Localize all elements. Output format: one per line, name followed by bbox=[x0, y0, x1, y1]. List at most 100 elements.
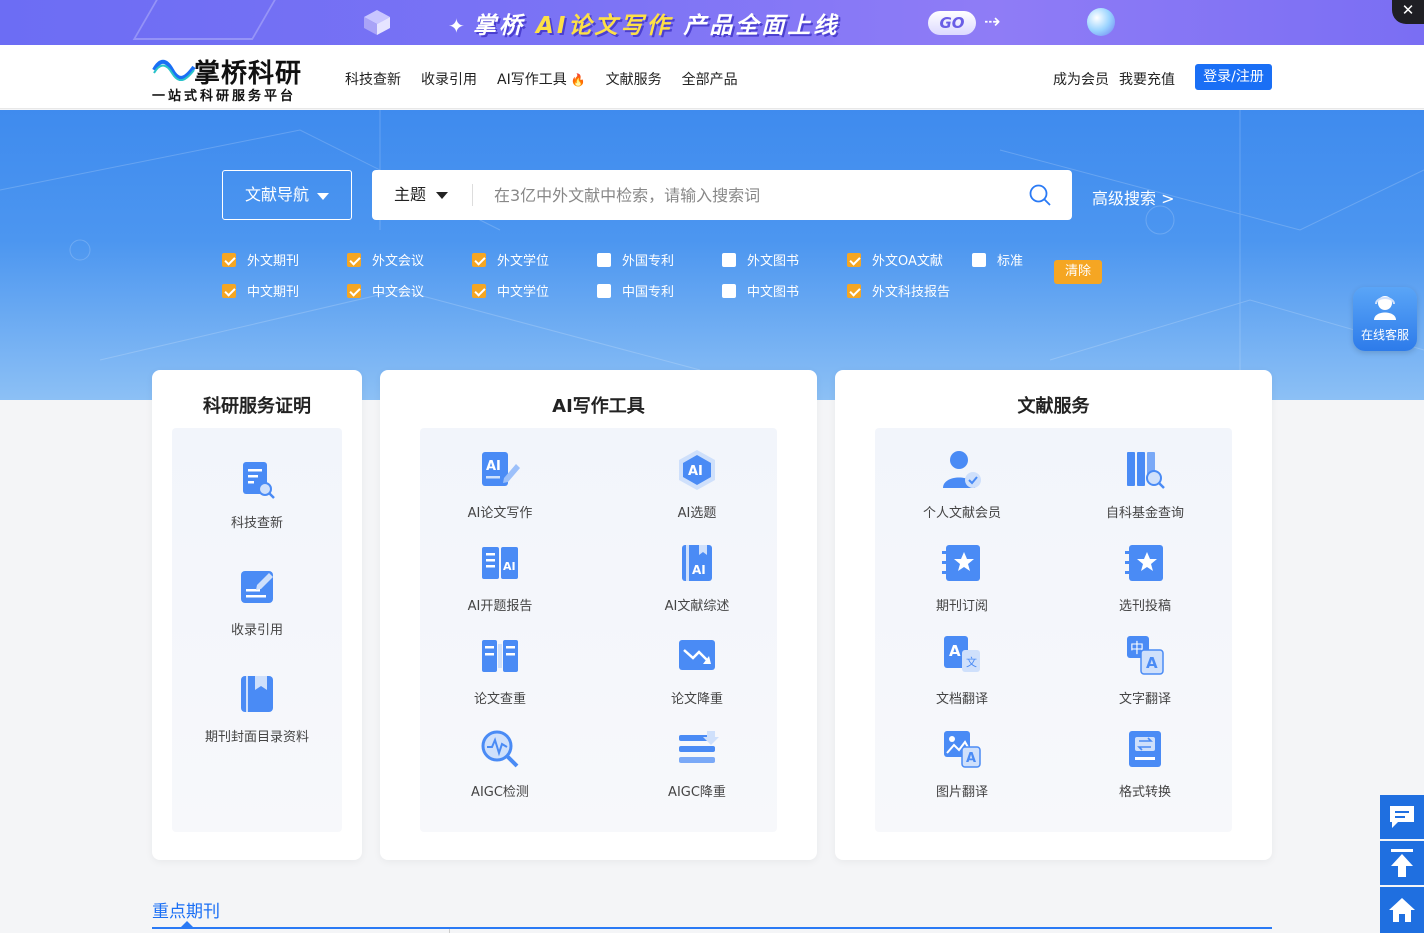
tool-novelty-search[interactable]: 科技查新 bbox=[177, 458, 337, 531]
tool-label: AI文献综述 bbox=[664, 599, 730, 614]
image-translate-icon: A bbox=[944, 731, 981, 768]
tool-label: 期刊订阅 bbox=[935, 599, 988, 614]
tool-citation[interactable]: 收录引用 bbox=[177, 565, 337, 638]
panel-research-service: 科研服务证明 科技查新 收录引用 期刊封面目录资料 bbox=[152, 370, 362, 860]
svg-text:文: 文 bbox=[966, 655, 977, 669]
online-service-label: 在线客服 bbox=[1360, 328, 1409, 342]
checkbox-checked[interactable] bbox=[472, 252, 486, 267]
tool-text-translate[interactable]: 中 A 文字翻译 bbox=[1065, 634, 1225, 707]
document-search-icon bbox=[243, 462, 275, 499]
clear-filters-button[interactable]: 清除 bbox=[1054, 260, 1102, 284]
tool-label: AI选题 bbox=[677, 506, 717, 521]
tool-ai-literature-review[interactable]: AI AI文献综述 bbox=[617, 541, 777, 614]
login-register-button[interactable]: 登录/注册 bbox=[1195, 64, 1272, 90]
sparkle-icon: ✦ bbox=[448, 14, 465, 38]
tool-personal-member[interactable]: 个人文献会员 bbox=[882, 448, 1042, 521]
hero-background-decoration bbox=[0, 110, 1424, 400]
column-divider bbox=[449, 929, 450, 933]
tool-label: 格式转换 bbox=[1118, 785, 1171, 800]
tool-aigc-detect[interactable]: AIGC检测 bbox=[420, 727, 580, 800]
nav-item-novelty-search[interactable]: 科技查新 bbox=[345, 69, 401, 89]
filter-foreign-conference[interactable]: 外文会议 bbox=[347, 250, 424, 269]
checkbox-checked[interactable] bbox=[222, 252, 236, 267]
filter-chinese-patent[interactable]: 中国专利 bbox=[597, 281, 674, 300]
tool-journal-cover[interactable]: 期刊封面目录资料 bbox=[177, 672, 337, 745]
search-input[interactable] bbox=[482, 179, 1012, 211]
checkbox-unchecked[interactable] bbox=[722, 252, 736, 267]
caret-down-icon bbox=[317, 193, 329, 200]
logo-wave-icon bbox=[152, 59, 196, 81]
search-icon[interactable] bbox=[1028, 183, 1052, 207]
tool-plagiarism-reduce[interactable]: 论文降重 bbox=[617, 634, 777, 707]
filter-chinese-book[interactable]: 中文图书 bbox=[722, 281, 799, 300]
checkbox-checked[interactable] bbox=[347, 283, 361, 298]
svg-text:A: A bbox=[966, 751, 976, 766]
tool-ai-proposal[interactable]: AI AI开题报告 bbox=[420, 541, 580, 614]
become-member-link[interactable]: 成为会员 bbox=[1053, 69, 1109, 89]
tool-ai-topic[interactable]: AI AI选题 bbox=[617, 448, 777, 521]
nav-item-all-products[interactable]: 全部产品 bbox=[682, 69, 738, 89]
checkbox-checked[interactable] bbox=[847, 283, 861, 298]
tool-label: AIGC降重 bbox=[668, 785, 726, 800]
filter-foreign-patent[interactable]: 外国专利 bbox=[597, 250, 674, 269]
filter-chinese-thesis[interactable]: 中文学位 bbox=[472, 281, 549, 300]
banner-go-button[interactable]: GO bbox=[928, 11, 976, 35]
feedback-button[interactable] bbox=[1380, 795, 1424, 839]
tool-nsf-query[interactable]: 自科基金查询 bbox=[1065, 448, 1225, 521]
checkbox-checked[interactable] bbox=[847, 252, 861, 267]
checkbox-unchecked[interactable] bbox=[722, 283, 736, 298]
arrow-up-icon bbox=[1391, 849, 1413, 877]
checkbox-unchecked[interactable] bbox=[972, 252, 986, 267]
tool-journal-select-submit[interactable]: 选刊投稿 bbox=[1065, 541, 1225, 614]
tool-document-translate[interactable]: A 文 文档翻译 bbox=[882, 634, 1042, 707]
literature-nav-label: 文献导航 bbox=[245, 185, 310, 204]
nav-item-ai-writing[interactable]: AI写作工具 🔥 bbox=[497, 69, 586, 89]
home-button[interactable] bbox=[1380, 887, 1424, 933]
tool-plagiarism-check[interactable]: 论文查重 bbox=[420, 634, 580, 707]
tool-aigc-reduce[interactable]: AIGC降重 bbox=[617, 727, 777, 800]
home-icon bbox=[1389, 898, 1415, 922]
tool-image-translate[interactable]: A 图片翻译 bbox=[882, 727, 1042, 800]
checkbox-unchecked[interactable] bbox=[597, 283, 611, 298]
logo-slogan: 一站式科研服务平台 bbox=[152, 89, 297, 104]
banner-brand: 掌桥 bbox=[473, 13, 525, 39]
filter-standard[interactable]: 标准 bbox=[972, 250, 1023, 269]
tool-format-convert[interactable]: 格式转换 bbox=[1065, 727, 1225, 800]
star-book-icon bbox=[1125, 545, 1163, 581]
filter-chinese-journal[interactable]: 中文期刊 bbox=[222, 281, 299, 300]
filter-foreign-thesis[interactable]: 外文学位 bbox=[472, 250, 549, 269]
literature-nav-dropdown[interactable]: 文献导航 bbox=[222, 170, 352, 220]
filter-label: 外文学位 bbox=[497, 254, 550, 269]
promo-banner[interactable]: ✦ 掌桥 AI论文写作 产品全面上线 GO ⇢ ✕ bbox=[0, 0, 1424, 45]
svg-text:AI: AI bbox=[688, 464, 703, 479]
svg-text:A: A bbox=[949, 642, 961, 660]
checkbox-unchecked[interactable] bbox=[597, 252, 611, 267]
online-service-button[interactable]: 在线客服 bbox=[1353, 287, 1417, 351]
filter-foreign-oa[interactable]: 外文OA文献 bbox=[847, 250, 943, 269]
banner-suffix: 产品全面上线 bbox=[683, 13, 840, 39]
tool-ai-paper-writing[interactable]: AI AI论文写作 bbox=[420, 448, 580, 521]
filter-chinese-conference[interactable]: 中文会议 bbox=[347, 281, 424, 300]
search-divider bbox=[472, 184, 473, 206]
checkbox-checked[interactable] bbox=[347, 252, 361, 267]
svg-text:AI: AI bbox=[503, 560, 516, 573]
back-to-top-button[interactable] bbox=[1380, 841, 1424, 885]
banner-close-button[interactable]: ✕ bbox=[1392, 0, 1424, 24]
filter-foreign-tech-report[interactable]: 外文科技报告 bbox=[847, 281, 950, 300]
checkbox-checked[interactable] bbox=[472, 283, 486, 298]
tool-label: 选刊投稿 bbox=[1118, 599, 1171, 614]
banner-title: 掌桥 AI论文写作 产品全面上线 bbox=[473, 6, 839, 40]
recharge-link[interactable]: 我要充值 bbox=[1119, 69, 1175, 89]
checkbox-checked[interactable] bbox=[222, 283, 236, 298]
advanced-search-link[interactable]: 高级搜索 > bbox=[1092, 185, 1175, 209]
filter-foreign-book[interactable]: 外文图书 bbox=[722, 250, 799, 269]
nav-item-citation[interactable]: 收录引用 bbox=[421, 69, 477, 89]
site-logo[interactable]: 掌桥科研 一站式科研服务平台 bbox=[152, 53, 312, 104]
filter-foreign-journal[interactable]: 外文期刊 bbox=[222, 250, 299, 269]
trend-down-icon bbox=[679, 640, 715, 670]
search-type-dropdown[interactable]: 主题 bbox=[394, 170, 449, 220]
nav-item-literature[interactable]: 文献服务 bbox=[606, 69, 662, 89]
support-agent-icon bbox=[1374, 296, 1396, 320]
tool-journal-subscription[interactable]: 期刊订阅 bbox=[882, 541, 1042, 614]
section-title-key-journals[interactable]: 重点期刊 bbox=[152, 897, 220, 922]
